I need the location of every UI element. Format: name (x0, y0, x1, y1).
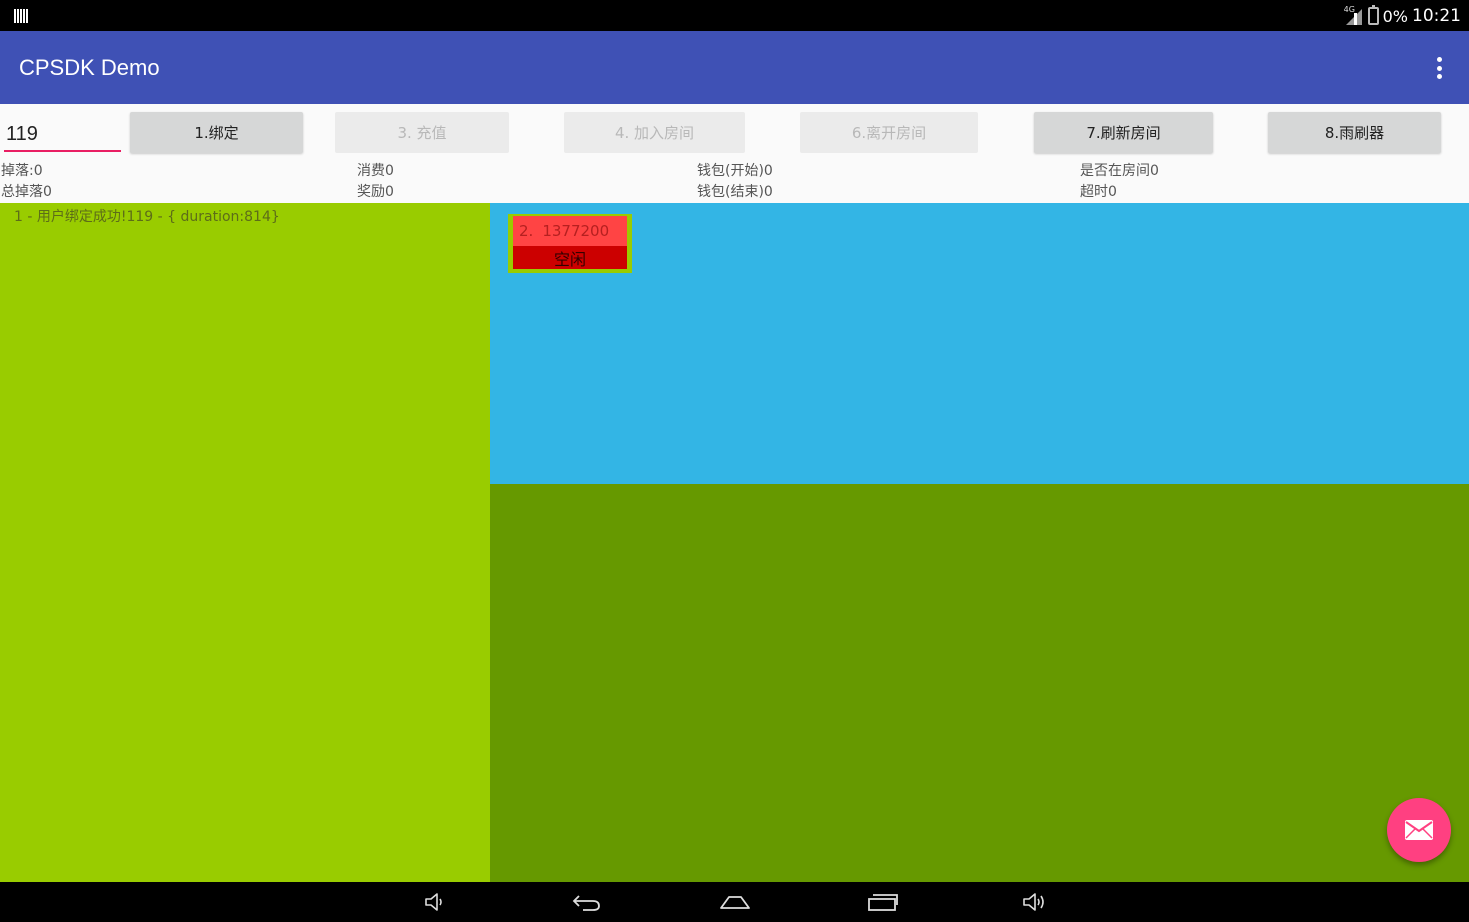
battery-icon (1367, 5, 1379, 25)
barcode-notification-icon (14, 9, 29, 23)
main-content: 1.绑定 3. 充值 4. 加入房间 6.离开房间 7.刷新房间 8.雨刷器 掉… (0, 104, 1469, 882)
room-list-panel: 2. 1377200 空闲 (490, 203, 1469, 484)
volume-up-icon[interactable] (1018, 890, 1050, 914)
room-card[interactable]: 2. 1377200 空闲 (508, 214, 632, 273)
recharge-button[interactable]: 3. 充值 (335, 112, 509, 153)
total-drop-stat: 总掉落0 (1, 184, 52, 200)
mail-icon (1405, 820, 1433, 840)
overflow-menu-icon[interactable] (1436, 57, 1442, 79)
home-icon[interactable] (719, 890, 751, 914)
wallet-end-stat: 钱包(结束)0 (697, 184, 773, 200)
join-room-button[interactable]: 4. 加入房间 (564, 112, 745, 153)
timeout-stat: 超时0 (1080, 184, 1117, 200)
room-status: 空闲 (513, 246, 627, 269)
user-id-input[interactable] (4, 114, 121, 152)
back-icon[interactable] (571, 890, 603, 914)
recent-apps-icon[interactable] (867, 890, 899, 914)
app-bar: CPSDK Demo (0, 31, 1469, 104)
status-indicators: 4G 0% 10:21 (1344, 5, 1461, 27)
signal-icon: 4G (1344, 5, 1364, 25)
drop-stat: 掉落:0 (1, 163, 43, 179)
mail-fab-button[interactable] (1387, 798, 1451, 862)
app-title: CPSDK Demo (19, 55, 160, 80)
wiper-button[interactable]: 8.雨刷器 (1268, 112, 1441, 153)
battery-percent: 0% (1382, 6, 1408, 26)
game-panel (490, 484, 1469, 882)
log-line: 1 - 用户绑定成功!119 - { duration:814} (14, 209, 280, 225)
status-bar: 4G 0% 10:21 (0, 0, 1469, 31)
navigation-bar (0, 882, 1469, 922)
room-index: 2. (519, 222, 534, 240)
bind-button[interactable]: 1.绑定 (130, 112, 303, 153)
reward-stat: 奖励0 (357, 184, 394, 200)
room-header: 2. 1377200 (513, 216, 627, 246)
log-panel: 1 - 用户绑定成功!119 - { duration:814} (0, 203, 490, 882)
consume-stat: 消费0 (357, 163, 394, 179)
in-room-stat: 是否在房间0 (1080, 163, 1159, 179)
wallet-start-stat: 钱包(开始)0 (697, 163, 773, 179)
room-id: 1377200 (542, 222, 610, 240)
leave-room-button[interactable]: 6.离开房间 (800, 112, 978, 153)
volume-down-icon[interactable] (419, 890, 451, 914)
refresh-room-button[interactable]: 7.刷新房间 (1034, 112, 1213, 153)
clock: 10:21 (1412, 6, 1461, 26)
